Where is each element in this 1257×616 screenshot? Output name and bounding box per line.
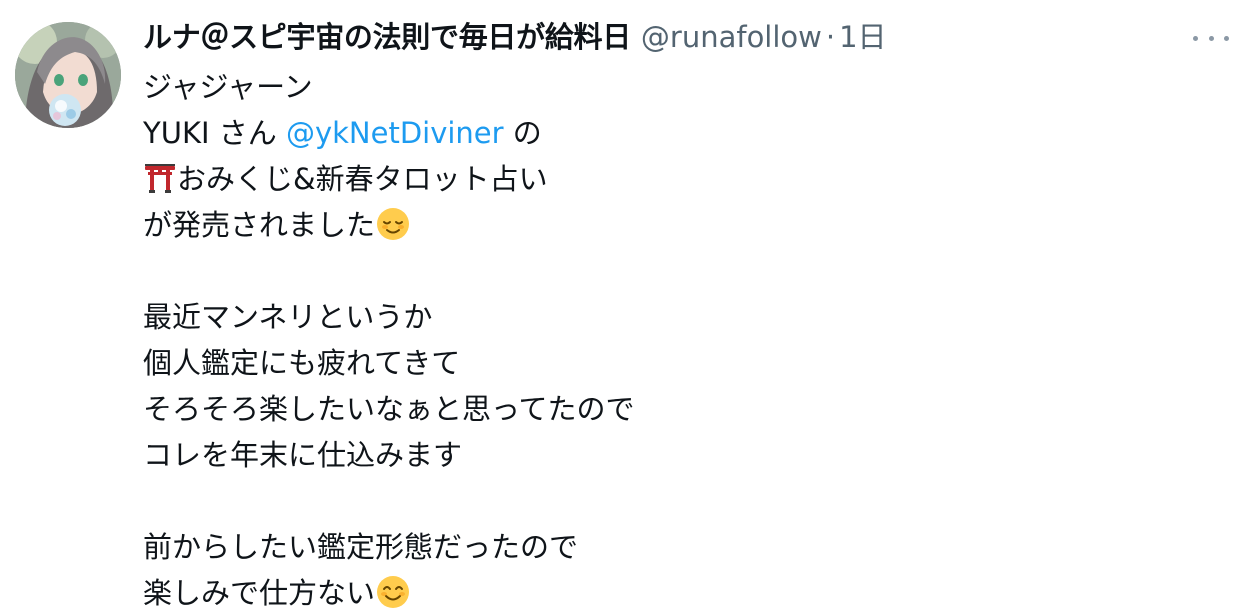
more-dot [1208,35,1214,41]
tweet-text-segment: 楽しみで仕方ない [143,576,376,610]
mention-link[interactable]: @ykNetDiviner [286,116,504,150]
shinto-shrine-emoji [145,164,175,193]
more-options-icon[interactable] [1193,26,1229,50]
more-dot [1193,35,1198,41]
tweet-line: YUKI さん @ykNetDiviner の [143,110,1233,156]
tweet-line: が発売されました [143,202,1233,248]
avatar[interactable] [15,22,121,128]
more-dot [1224,35,1229,41]
tweet-text: ジャジャーン YUKI さん @ykNetDiviner の おみくじ&新春タロ… [143,64,1233,616]
tweet-line: 前からしたい鑑定形態だったので [143,530,579,564]
tweet-line: 楽しみで仕方ない [143,570,1233,616]
tweet-header: ルナ＠スピ宇宙の法則で毎日が給料日 @runafollow · 1日 [143,14,887,60]
tweet-line: そろそろ楽したいなぁと思ってたので [143,392,635,426]
tweet-line: 個人鑑定にも疲れてきて [143,346,461,380]
tweet-line: おみくじ&新春タロット占い [143,156,1233,202]
author-handle[interactable]: @runafollow [641,14,822,60]
tweet-text-segment: が発売されました [143,208,376,242]
separator-dot: · [825,20,836,54]
tweet-line: 最近マンネリというか [143,300,433,334]
avatar-image [15,22,121,128]
timestamp[interactable]: 1日 [839,14,886,60]
tweet-line: ジャジャーン [143,70,313,104]
smiling-face-emoji [377,576,410,608]
tweet[interactable]: ルナ＠スピ宇宙の法則で毎日が給料日 @runafollow · 1日 ジャジャー… [0,0,1257,616]
tweet-text-segment: の [503,116,542,150]
relieved-face-emoji [377,208,410,240]
tweet-text-segment: YUKI さん [143,116,286,150]
author-display-name[interactable]: ルナ＠スピ宇宙の法則で毎日が給料日 [143,14,631,60]
tweet-line: コレを年末に仕込みます [143,438,463,472]
tweet-text-segment: おみくじ&新春タロット占い [177,162,548,196]
